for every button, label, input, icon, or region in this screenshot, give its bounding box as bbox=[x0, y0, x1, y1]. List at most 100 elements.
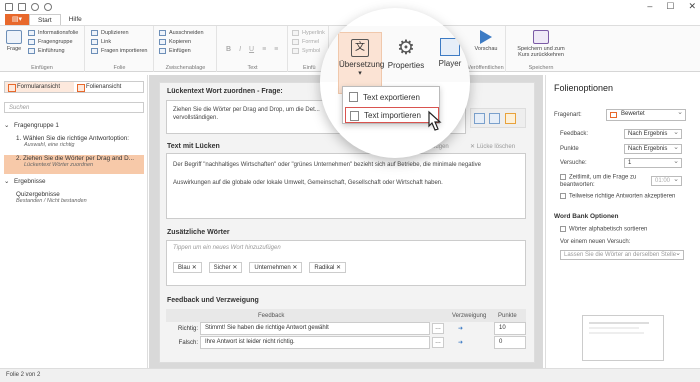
group-label: Speichern bbox=[528, 65, 554, 71]
translate-icon: 文 bbox=[351, 39, 369, 57]
minimize-icon[interactable]: – bbox=[647, 1, 652, 12]
new-file-icon[interactable] bbox=[5, 3, 13, 11]
points-input[interactable]: 10 bbox=[494, 322, 526, 335]
save-return-icon bbox=[533, 30, 549, 44]
redo-icon[interactable] bbox=[44, 3, 52, 11]
luecke-loeschen-button[interactable]: ✕ Lücke löschen bbox=[470, 143, 515, 150]
speichern-zurueck-button[interactable]: Speichern und zum Kurs zurückkehren bbox=[511, 30, 571, 58]
versuche-label: Versuche: bbox=[560, 160, 587, 166]
search-input[interactable]: Suchen bbox=[4, 102, 144, 113]
alphabetisch-checkbox[interactable] bbox=[560, 226, 566, 232]
word-chips: Blau ✕ Sicher ✕ Unternehmen ✕ Radikal ✕ bbox=[173, 262, 351, 273]
tree-item-quizergebnisse[interactable]: Quizergebnisse Bestanden / Nicht bestand… bbox=[4, 191, 144, 210]
audio-icon[interactable] bbox=[505, 113, 516, 124]
formel-button[interactable]: Formel bbox=[292, 39, 319, 45]
slide-counter: Folie 2 von 2 bbox=[6, 372, 41, 378]
undo-icon[interactable] bbox=[31, 3, 39, 11]
zeitlimit-checkbox[interactable] bbox=[560, 174, 566, 180]
view-tabs: Formularansicht Folienansicht bbox=[4, 81, 144, 93]
luecken-textbox[interactable]: Der Begriff "nachhaltiges Wirtschaften" … bbox=[166, 153, 526, 219]
luecken-title: Text mit Lücken bbox=[167, 143, 220, 150]
more-button[interactable]: … bbox=[432, 337, 444, 348]
app-menu-button[interactable]: ▤▾ bbox=[5, 14, 29, 25]
frage-button[interactable]: Frage bbox=[3, 30, 25, 52]
chevron-down-icon[interactable]: ⌄ bbox=[4, 122, 9, 129]
new-word-input[interactable]: Tippen um ein neues Wort hinzuzufügen bbox=[173, 245, 281, 251]
feedback-title: Feedback und Verzweigung bbox=[167, 297, 259, 304]
player-button[interactable]: Player bbox=[430, 32, 470, 68]
slide-thumbnail[interactable] bbox=[582, 315, 664, 361]
save-icon[interactable] bbox=[18, 3, 26, 11]
maximize-icon[interactable]: ☐ bbox=[666, 1, 674, 12]
feedback-text-input[interactable]: Stimmt! Sie haben die richtige Antwort g… bbox=[200, 322, 430, 335]
rated-icon bbox=[610, 112, 617, 118]
tab-hilfe[interactable]: Hilfe bbox=[61, 14, 90, 25]
export-file-icon bbox=[349, 92, 358, 102]
properties-button[interactable]: ⚙ Properties bbox=[386, 32, 426, 70]
word-chip[interactable]: Blau ✕ bbox=[173, 262, 202, 273]
einfuehrung-button[interactable]: Einführung bbox=[28, 48, 65, 54]
remove-icon[interactable]: ✕ bbox=[192, 265, 197, 271]
ausschneiden-button[interactable]: Ausschneiden bbox=[159, 30, 204, 36]
player-icon bbox=[440, 38, 460, 56]
vorschau-button[interactable]: Vorschau bbox=[470, 30, 502, 52]
versuche-select[interactable]: 1 bbox=[624, 157, 682, 168]
teilweise-checkbox[interactable] bbox=[560, 193, 566, 199]
duplizieren-button[interactable]: Duplizieren bbox=[91, 30, 129, 36]
tab-folienansicht[interactable]: Folienansicht bbox=[74, 82, 143, 92]
teilweise-option[interactable]: Teilweise richtige Antworten akzeptieren bbox=[560, 193, 675, 200]
menu-item-export[interactable]: Text exportieren bbox=[345, 89, 439, 105]
slide-icon bbox=[28, 30, 35, 36]
zusatz-title: Zusätzliche Wörter bbox=[167, 229, 230, 236]
remove-icon[interactable]: ✕ bbox=[292, 265, 297, 271]
tree-item-question-1[interactable]: 1. Wählen Sie die richtige Antwortoption… bbox=[4, 135, 144, 154]
tab-formularansicht[interactable]: Formularansicht bbox=[5, 82, 74, 92]
hyperlink-icon bbox=[292, 30, 299, 36]
points-input[interactable]: 0 bbox=[494, 336, 526, 349]
feedback-row-falsch: Falsch: Ihre Antwort ist leider nicht ri… bbox=[166, 336, 526, 349]
close-icon[interactable]: ✕ bbox=[688, 1, 696, 12]
vor-versuch-label: Vor einem neuen Versuch: bbox=[560, 239, 631, 245]
fragenart-select[interactable]: Bewertet bbox=[606, 108, 686, 121]
tab-start[interactable]: Start bbox=[29, 14, 61, 25]
image-icon[interactable] bbox=[474, 113, 485, 124]
thumbnail-line bbox=[589, 332, 644, 334]
uebersetzung-button[interactable]: 文 Übersetzung ▾ bbox=[338, 32, 384, 94]
picture-icon[interactable] bbox=[489, 113, 500, 124]
group-einfuegen: Frage Informationsfolie Fragengruppe Ein… bbox=[0, 26, 85, 72]
kopieren-button[interactable]: Kopieren bbox=[159, 39, 191, 45]
tree-item-question-2[interactable]: 2. Ziehen Sie die Wörter per Drag and D.… bbox=[4, 155, 144, 174]
tree-group-fragengruppe[interactable]: ⌄ Fragengruppe 1 bbox=[4, 122, 59, 129]
alphabetisch-option[interactable]: Wörter alphabetisch sortieren bbox=[560, 226, 647, 233]
fragen-importieren-button[interactable]: Fragen importieren bbox=[91, 48, 147, 54]
wordbank-title: Word Bank Optionen bbox=[554, 213, 619, 220]
link-button[interactable]: Link bbox=[91, 39, 111, 45]
more-button[interactable]: … bbox=[432, 323, 444, 334]
vor-versuch-select[interactable]: Lassen Sie die Wörter an derselben Stell… bbox=[560, 249, 684, 260]
word-chip[interactable]: Sicher ✕ bbox=[208, 262, 243, 273]
zeitlimit-input[interactable]: 01:00 bbox=[651, 175, 682, 186]
symbol-button[interactable]: Symbol bbox=[292, 48, 320, 54]
group-veroeffentlichen: Vorschau Veröffentlichen bbox=[466, 26, 506, 72]
feedback-label: Feedback: bbox=[560, 131, 589, 137]
word-chip[interactable]: Radikal ✕ bbox=[309, 262, 347, 273]
einfuegen-button[interactable]: Einfügen bbox=[159, 48, 191, 54]
tree-group-ergebnisse[interactable]: ⌄ Ergebnisse bbox=[4, 178, 46, 185]
group-label: Folie bbox=[113, 65, 126, 71]
branch-arrow-icon[interactable]: ➜ bbox=[458, 325, 463, 332]
remove-icon[interactable]: ✕ bbox=[232, 265, 237, 271]
branch-arrow-icon[interactable]: ➜ bbox=[458, 339, 463, 346]
chevron-down-icon[interactable]: ⌄ bbox=[4, 178, 9, 185]
panel-title: Folienoptionen bbox=[554, 83, 614, 93]
punkte-select[interactable]: Nach Ergebnis bbox=[624, 143, 682, 154]
magnified-ribbon: 文 Übersetzung ▾ ⚙ Properties Player bbox=[320, 26, 470, 94]
zeitlimit-option[interactable]: Zeitlimit, um die Frage zu beantworten: bbox=[560, 174, 638, 189]
word-chip[interactable]: Unternehmen ✕ bbox=[249, 262, 303, 273]
feedback-text-input[interactable]: Ihre Antwort ist leider nicht richtig. bbox=[200, 336, 430, 349]
feedback-select[interactable]: Nach Ergebnis bbox=[624, 128, 682, 139]
group-icon bbox=[28, 39, 35, 45]
format-buttons[interactable]: B I U ≡ ≡ bbox=[226, 46, 278, 53]
fragengruppe-button[interactable]: Fragengruppe bbox=[28, 39, 73, 45]
remove-icon[interactable]: ✕ bbox=[336, 265, 341, 271]
informationsfolie-button[interactable]: Informationsfolie bbox=[28, 30, 78, 36]
